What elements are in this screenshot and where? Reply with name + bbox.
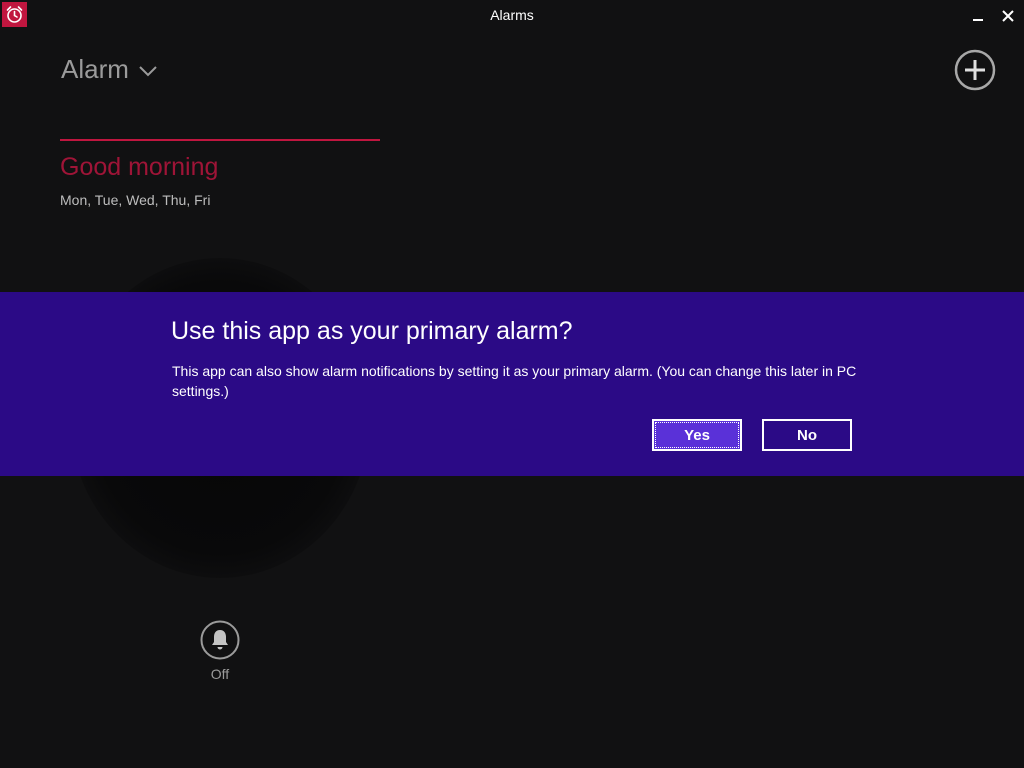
window-title: Alarms	[490, 7, 534, 23]
alarm-toggle-button[interactable]	[200, 620, 240, 660]
close-button[interactable]	[994, 4, 1022, 28]
alarms-window: Alarms Alarm Good morning Mon, Tue, Wed,…	[0, 0, 1024, 768]
primary-alarm-dialog: Use this app as your primary alarm? This…	[0, 292, 1024, 476]
dialog-title: Use this app as your primary alarm?	[171, 317, 573, 345]
minimize-button[interactable]	[964, 4, 992, 28]
title-bar: Alarms	[0, 0, 1024, 32]
plus-circle-icon	[954, 49, 996, 91]
no-button[interactable]: No	[762, 419, 852, 451]
yes-button[interactable]: Yes	[652, 419, 742, 451]
add-alarm-button[interactable]	[954, 49, 996, 91]
chevron-down-icon	[139, 66, 157, 77]
page-title: Alarm	[61, 54, 129, 84]
close-icon	[1002, 10, 1014, 22]
minimize-icon	[973, 19, 983, 21]
dialog-message: This app can also show alarm notificatio…	[172, 363, 857, 399]
alarm-status-label: Off	[210, 666, 230, 682]
view-selector[interactable]: Alarm	[61, 54, 157, 85]
alarm-name: Good morning	[60, 153, 219, 181]
alarm-tile[interactable]: Good morning Mon, Tue, Wed, Thu, Fri	[60, 139, 380, 221]
alarm-days: Mon, Tue, Wed, Thu, Fri	[60, 192, 211, 208]
bell-icon	[200, 620, 240, 660]
